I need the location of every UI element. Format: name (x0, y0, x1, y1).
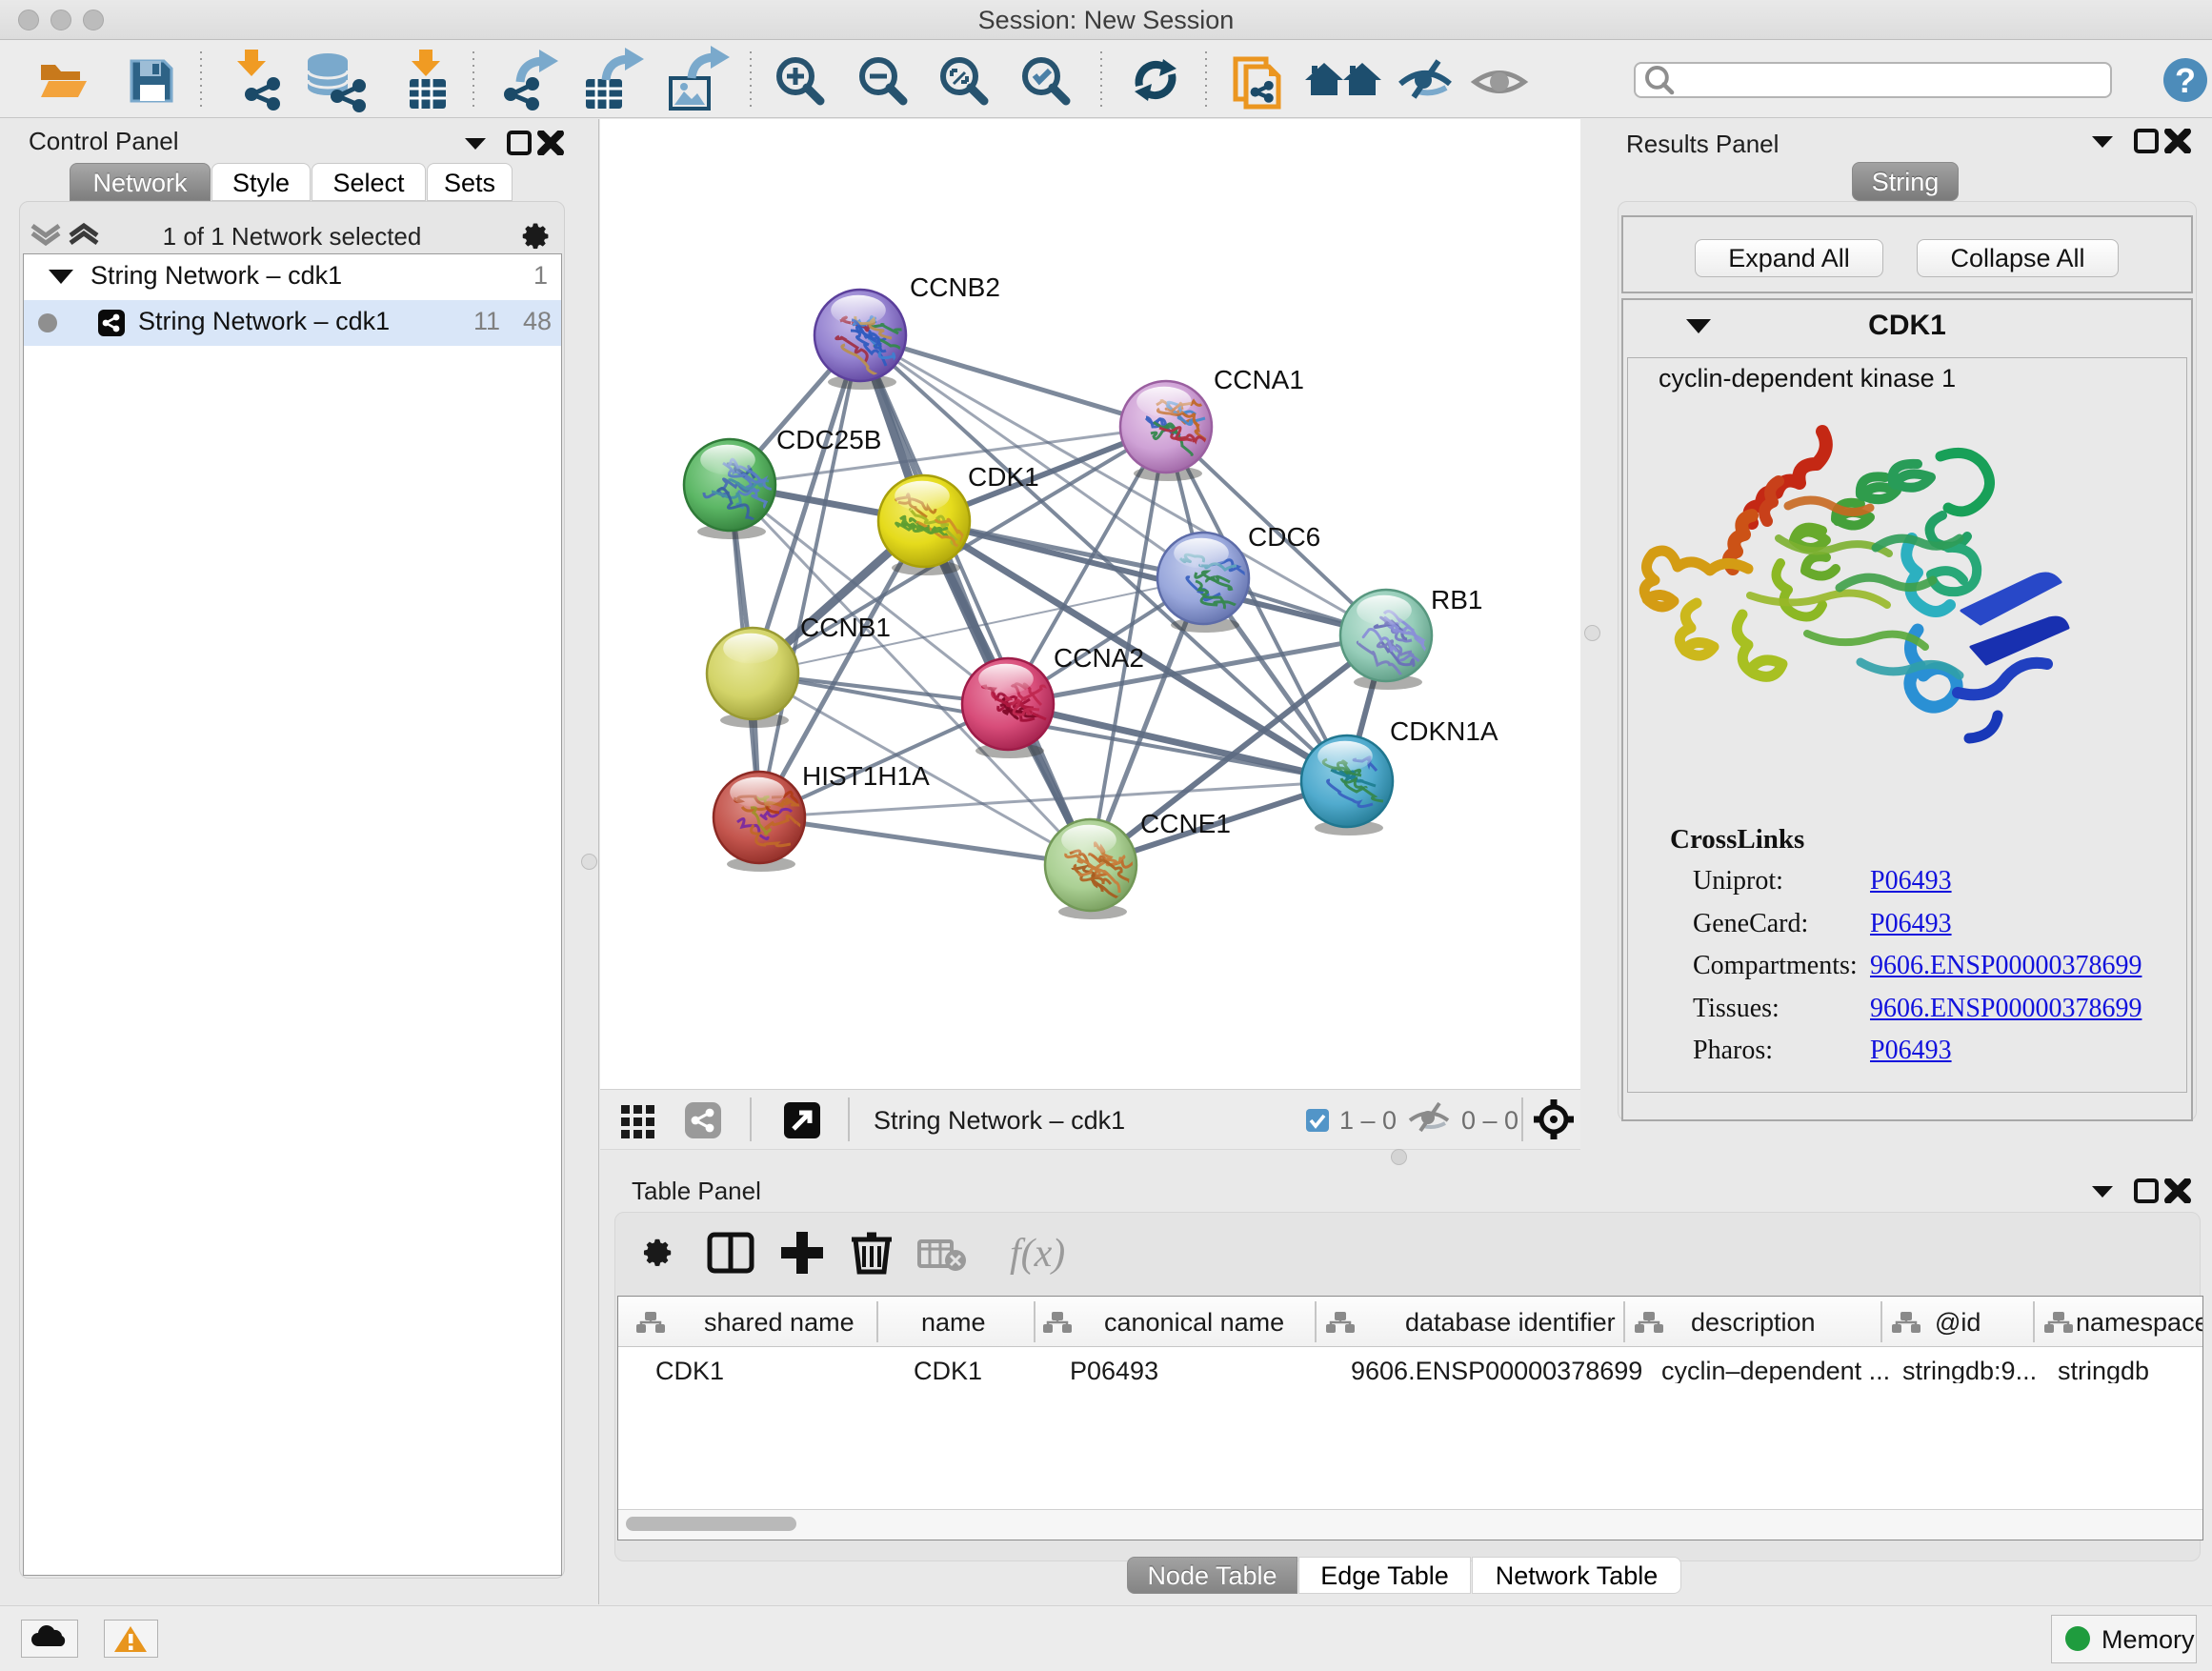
svg-text:CCNA1: CCNA1 (1214, 365, 1304, 394)
svg-text:CDK1: CDK1 (968, 462, 1039, 492)
svg-text:?: ? (2175, 61, 2196, 100)
svg-text:CDK1: CDK1 (914, 1357, 982, 1383)
svg-text:name: name (921, 1308, 986, 1337)
svg-text:CDC25B: CDC25B (776, 425, 881, 454)
svg-text:0 – 0: 0 – 0 (1461, 1106, 1518, 1135)
svg-text:stringdb: stringdb (2058, 1357, 2149, 1383)
svg-text:RB1: RB1 (1431, 585, 1482, 614)
svg-text:cyclin–dependent ...: cyclin–dependent ... (1661, 1357, 1890, 1383)
svg-text:P06493: P06493 (1070, 1357, 1158, 1383)
svg-text:CDK1: CDK1 (655, 1357, 724, 1383)
svg-text:namespace: namespace (2076, 1308, 2202, 1337)
svg-text:shared name: shared name (704, 1308, 855, 1337)
svg-text:CDC6: CDC6 (1248, 522, 1320, 552)
svg-text:CCNE1: CCNE1 (1140, 809, 1231, 838)
svg-text:CCNB1: CCNB1 (800, 613, 891, 642)
svg-text:1 – 0: 1 – 0 (1339, 1106, 1397, 1135)
svg-text:canonical name: canonical name (1104, 1308, 1284, 1337)
svg-text:CDKN1A: CDKN1A (1390, 716, 1498, 746)
svg-text:@id: @id (1935, 1308, 1981, 1337)
svg-text:HIST1H1A: HIST1H1A (802, 761, 930, 791)
svg-text:CCNA2: CCNA2 (1054, 643, 1144, 673)
svg-text:String Network – cdk1: String Network – cdk1 (874, 1106, 1125, 1135)
svg-text:database identifier: database identifier (1405, 1308, 1616, 1337)
svg-text:9606.ENSP00000378699: 9606.ENSP00000378699 (1351, 1357, 1642, 1383)
svg-text:f(x): f(x) (1010, 1232, 1065, 1276)
svg-text:description: description (1691, 1308, 1816, 1337)
svg-text:stringdb:9...: stringdb:9... (1902, 1357, 2037, 1383)
svg-text:CCNB2: CCNB2 (910, 272, 1000, 302)
